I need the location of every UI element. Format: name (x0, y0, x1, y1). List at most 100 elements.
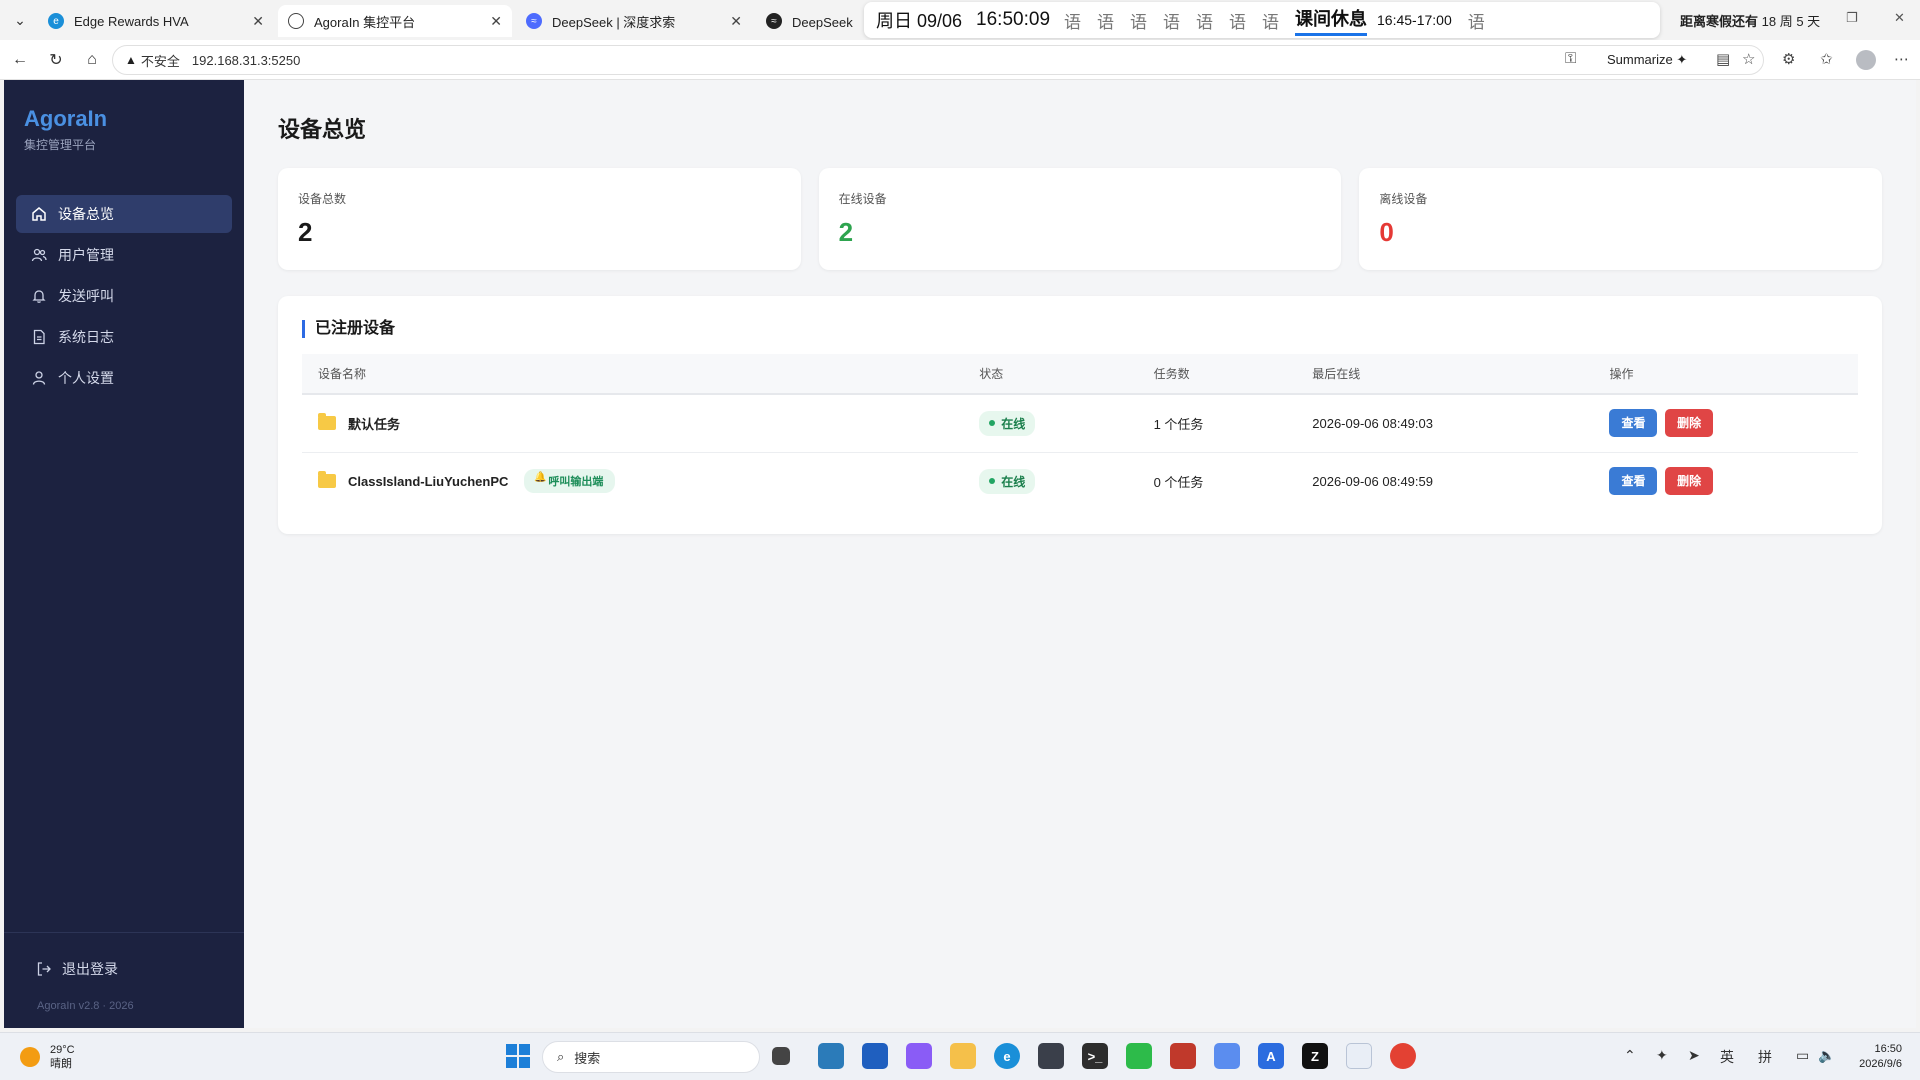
view-button[interactable]: 查看 (1609, 409, 1658, 438)
deepseek-platform-favicon-icon: ≈ (766, 13, 782, 29)
delete-button[interactable]: 删除 (1665, 467, 1714, 496)
table-header-row: 设备名称 状态 任务数 最后在线 操作 (302, 354, 1858, 395)
view-button[interactable]: 查看 (1609, 467, 1658, 496)
zed-app-icon[interactable]: Z (1302, 1043, 1328, 1069)
tag-text: 呼叫输出端 (548, 476, 604, 489)
start-windows-icon[interactable] (505, 1043, 531, 1069)
translator-app-icon[interactable]: A (1258, 1043, 1284, 1069)
weather-text: 晴朗 (50, 1058, 72, 1070)
system-clock[interactable]: 16:50 2026/9/6 (1842, 1042, 1902, 1072)
edge-browser-icon[interactable]: e (994, 1043, 1020, 1069)
volume-icon[interactable]: 🔈 (1818, 1047, 1835, 1064)
reading-view-icon[interactable]: ▤ (1716, 50, 1730, 68)
sidebar-item-user-management[interactable]: 用户管理 (16, 236, 232, 274)
tab-close-icon[interactable]: ✕ (252, 13, 264, 30)
current-period: 课间休息 (1295, 5, 1368, 36)
terminal-app-icon[interactable]: >_ (1082, 1043, 1108, 1069)
chrome-app-icon[interactable] (1390, 1043, 1416, 1069)
profile-avatar[interactable] (1856, 50, 1876, 70)
extensions-icon[interactable]: ⚙ (1782, 50, 1795, 68)
tray-overflow-chevron-icon[interactable]: ⌃ (1624, 1047, 1636, 1064)
version-text: AgoraIn v2.8 · 2026 (37, 1000, 134, 1012)
delete-button[interactable]: 删除 (1665, 409, 1714, 438)
unity-app-icon[interactable] (1038, 1043, 1064, 1069)
winrar-app-icon[interactable] (1170, 1043, 1196, 1069)
period-range: 16:45-17:00 (1377, 12, 1452, 28)
favorites-icon[interactable]: ✩ (1820, 50, 1833, 68)
close-window-icon[interactable]: ✕ (1894, 10, 1905, 26)
settings-app-icon[interactable] (1214, 1043, 1240, 1069)
sidebar-item-label: 个人设置 (58, 370, 114, 386)
sidebar-item-system-log[interactable]: 系统日志 (16, 318, 232, 356)
stat-value: 2 (298, 217, 313, 247)
taskbar-search[interactable]: ⌕ 搜索 (542, 1041, 760, 1073)
status-text: 在线 (1001, 474, 1026, 489)
reload-icon[interactable]: ↻ (46, 50, 66, 70)
panel-title: 已注册设备 (302, 320, 1858, 338)
bell-icon: 🔔 (534, 472, 547, 484)
url-text[interactable]: 192.168.31.3:5250 (192, 53, 300, 68)
last-online: 2026-09-06 08:49:03 (1296, 394, 1594, 453)
device-name: 默认任务 (348, 416, 401, 432)
sidebar-item-device-overview[interactable]: 设备总览 (16, 195, 232, 233)
status-badge: 在线 (979, 410, 1036, 436)
search-placeholder: 搜索 (574, 1050, 601, 1066)
widgets-app-icon[interactable] (818, 1043, 844, 1069)
sidebar-item-send-call[interactable]: 发送呼叫 (16, 277, 232, 315)
weather-widget[interactable]: 29°C 晴朗 (20, 1043, 75, 1071)
microsoft365-app-icon[interactable] (906, 1043, 932, 1069)
user-icon (30, 369, 48, 387)
task-view-icon[interactable] (772, 1047, 790, 1065)
home-icon (30, 205, 48, 223)
weather-temp: 29°C (50, 1044, 75, 1056)
lesson-char: 语 (1229, 12, 1247, 32)
browser-tab-deepseek-platform[interactable]: ≈ DeepSeek 开放平 (756, 5, 866, 37)
column-header: 状态 (963, 354, 1138, 395)
sidebar-item-label: 设备总览 (58, 206, 114, 222)
input-method-indicator[interactable]: 拼 (1758, 1047, 1772, 1067)
key-icon[interactable]: ⚿ (1565, 50, 1576, 67)
task-count: 1 个任务 (1137, 394, 1297, 453)
document-icon (30, 328, 48, 346)
clock-date: 2026/9/6 (1859, 1058, 1902, 1070)
network-icon[interactable]: ▭ (1796, 1047, 1809, 1064)
summarize-button[interactable]: Summarize ✦ (1607, 52, 1687, 68)
location-arrow-icon[interactable]: ➤ (1688, 1047, 1700, 1064)
tab-close-icon[interactable]: ✕ (490, 13, 502, 30)
favorite-star-icon[interactable]: ☆ (1742, 50, 1755, 68)
logout-button[interactable]: 退出登录 (36, 959, 118, 979)
file-explorer-icon[interactable] (950, 1043, 976, 1069)
table-row: 默认任务 在线 1 个任务 2026-09-06 08:49:03 查看 删除 (302, 394, 1858, 453)
windows-taskbar: 29°C 晴朗 ⌕ 搜索 e >_ A Z ⌃ ✦ ➤ 英 拼 ▭ 🔈 16:5… (0, 1032, 1920, 1080)
wechat-app-icon[interactable] (1126, 1043, 1152, 1069)
address-bar[interactable]: ▲ 不安全 192.168.31.3:5250 (112, 45, 1764, 75)
browser-tab-agorain[interactable]: AgoraIn 集控平台 ✕ (278, 5, 512, 37)
registered-devices-panel: 已注册设备 设备名称 状态 任务数 最后在线 操作 默认任务 在线 1 个任务 … (278, 296, 1882, 534)
home-icon[interactable]: ⌂ (82, 50, 102, 70)
back-arrow-icon[interactable]: ← (10, 50, 30, 70)
globe-favicon-icon (288, 13, 304, 29)
copilot-tray-icon[interactable]: ✦ (1656, 1047, 1668, 1064)
browser-tab-edge-rewards[interactable]: e Edge Rewards HVA ✕ (38, 5, 274, 37)
brand-name[interactable]: AgoraIn (24, 106, 107, 132)
restore-window-icon[interactable]: ❐ (1846, 10, 1858, 26)
tab-title: DeepSeek | 深度求索 (552, 14, 676, 30)
sidebar-item-personal-settings[interactable]: 个人设置 (16, 359, 232, 397)
tab-actions-chevron-icon[interactable]: ⌄ (6, 7, 34, 33)
input-language-indicator[interactable]: 英 (1720, 1047, 1734, 1067)
lesson-char: 语 (1196, 12, 1214, 32)
search-icon: ⌕ (557, 1049, 565, 1064)
browser-tab-deepseek[interactable]: ≈ DeepSeek | 深度求索 ✕ (516, 5, 752, 37)
classisland-app-icon[interactable] (1346, 1043, 1372, 1069)
device-name: ClassIsland-LiuYuchenPC (348, 473, 509, 489)
stat-label: 离线设备 (1379, 192, 1428, 206)
deepseek-favicon-icon: ≈ (526, 13, 542, 29)
stat-value: 0 (1379, 217, 1394, 247)
lesson-char: 语 (1163, 12, 1181, 32)
more-menu-icon[interactable]: ⋯ (1894, 50, 1909, 68)
overlay-time: 16:50:09 (976, 9, 1051, 30)
tab-close-icon[interactable]: ✕ (730, 13, 742, 30)
insecure-label[interactable]: 不安全 (141, 51, 180, 70)
folder-icon (318, 471, 336, 489)
store-app-icon[interactable] (862, 1043, 888, 1069)
